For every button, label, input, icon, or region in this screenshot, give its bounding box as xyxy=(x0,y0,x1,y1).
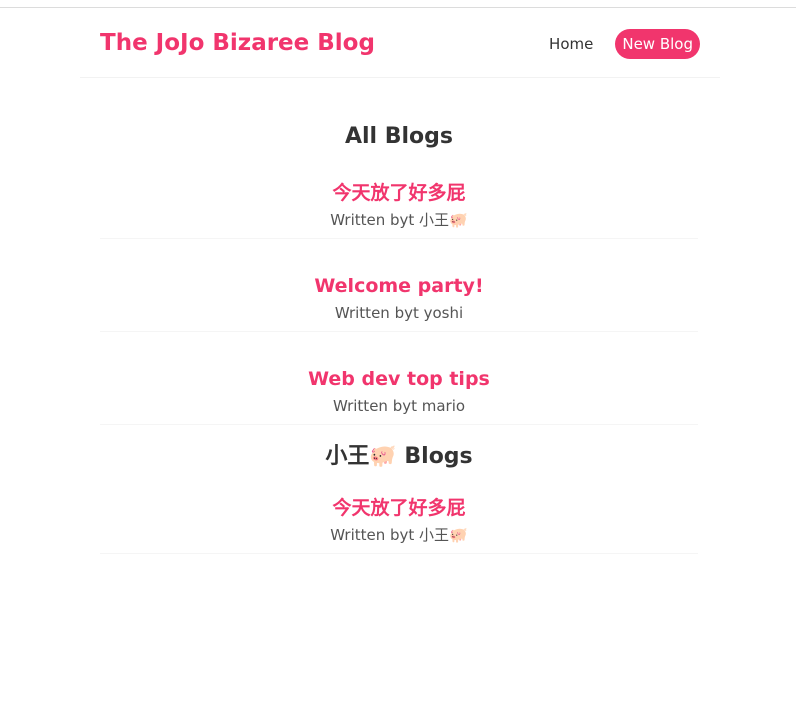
blog-preview[interactable]: 今天放了好多屁 Written byt 小王🐖 xyxy=(100,482,698,554)
blog-author: Written byt 小王🐖 xyxy=(330,526,468,544)
main-content: All Blogs 今天放了好多屁 Written byt 小王🐖 Welcom… xyxy=(100,120,698,575)
blog-title-link[interactable]: Welcome party! xyxy=(100,273,698,299)
blog-author: Written byt yoshi xyxy=(334,304,464,322)
blog-title-link[interactable]: 今天放了好多屁 xyxy=(100,180,698,206)
blog-title-link[interactable]: 今天放了好多屁 xyxy=(100,495,698,521)
section-title-user-blogs: 小王🐖 Blogs xyxy=(325,444,473,469)
blog-list-all: 今天放了好多屁 Written byt 小王🐖 Welcome party! W… xyxy=(100,167,698,425)
blog-preview[interactable]: 今天放了好多屁 Written byt 小王🐖 xyxy=(100,167,698,239)
nav-home-link[interactable]: Home xyxy=(549,35,593,53)
nav-links: Home New Blog xyxy=(527,28,700,59)
blog-author: Written byt mario xyxy=(332,397,466,415)
blog-preview[interactable]: Welcome party! Written byt yoshi xyxy=(100,260,698,332)
blog-preview[interactable]: Web dev top tips Written byt mario xyxy=(100,353,698,425)
site-brand-title: The JoJo Bizaree Blog xyxy=(100,30,375,56)
blog-author: Written byt 小王🐖 xyxy=(330,211,468,229)
blog-list-user: 今天放了好多屁 Written byt 小王🐖 xyxy=(100,482,698,554)
navbar: The JoJo Bizaree Blog Home New Blog xyxy=(80,8,720,78)
blog-title-link[interactable]: Web dev top tips xyxy=(100,366,698,392)
section-title-all-blogs: All Blogs xyxy=(344,124,454,149)
new-blog-button[interactable]: New Blog xyxy=(615,28,700,59)
